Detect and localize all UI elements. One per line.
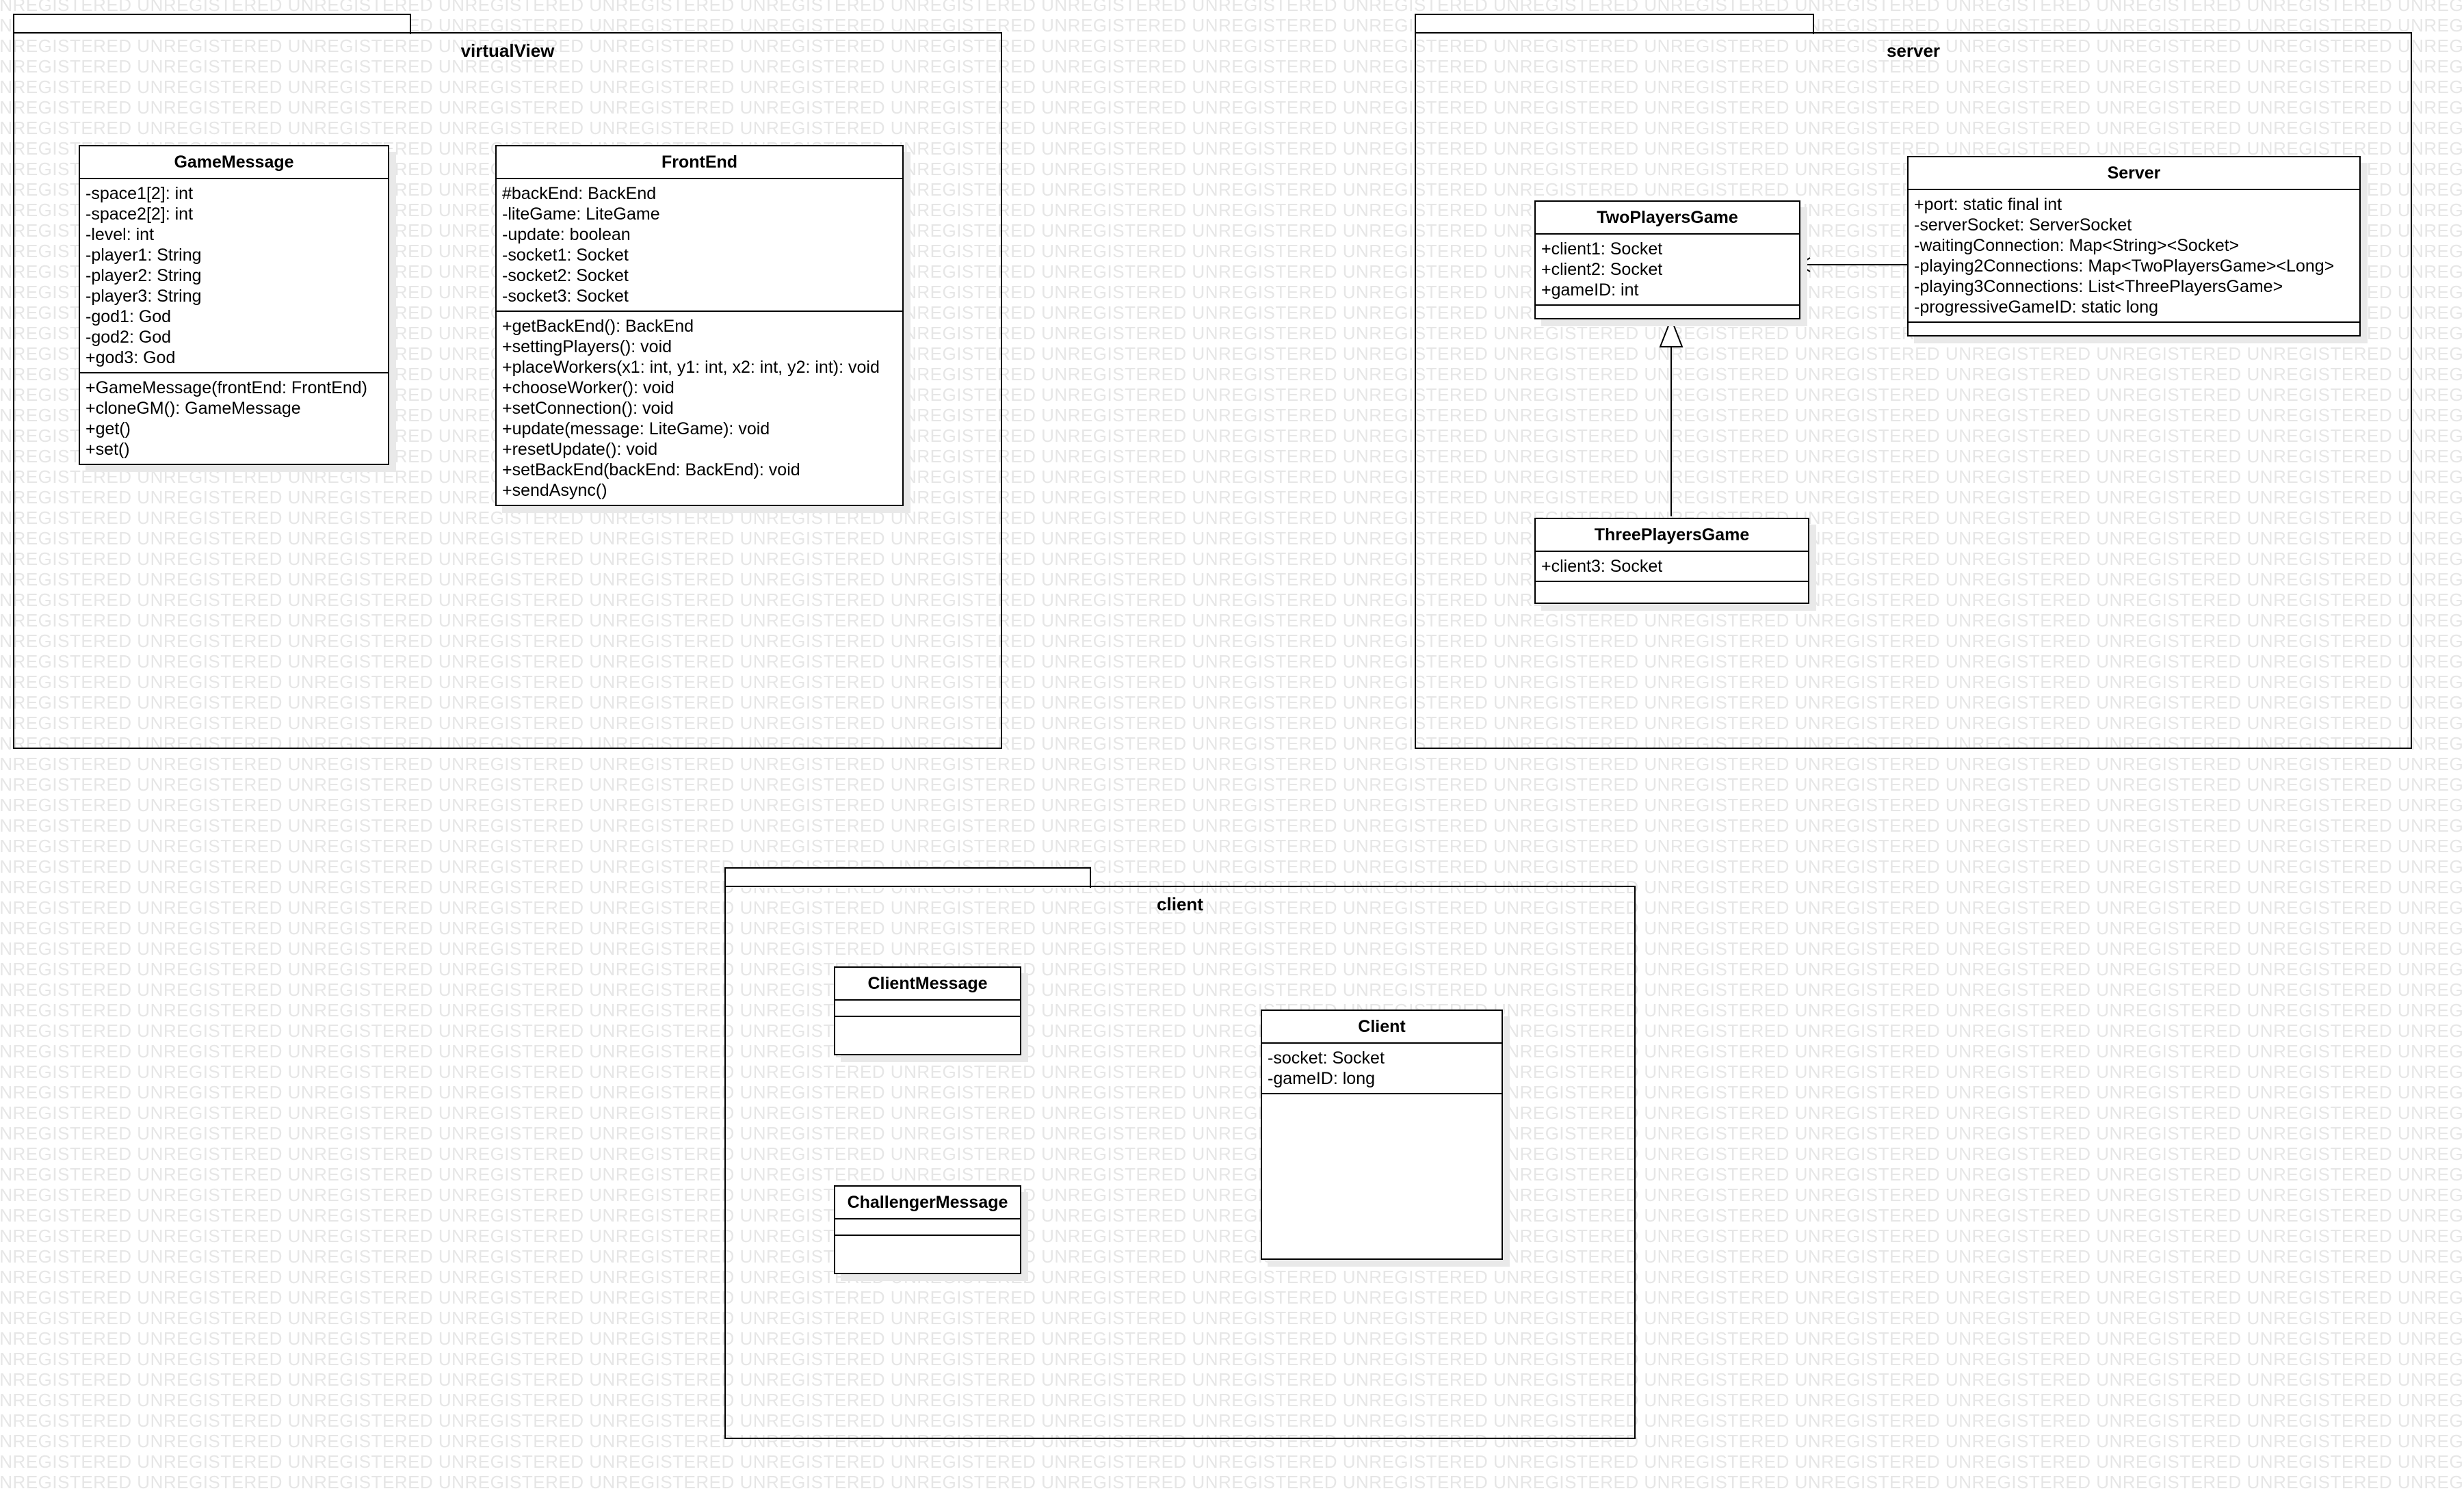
class-operation: +chooseWorker(): void — [502, 378, 674, 397]
watermark-line: UNREGISTERED UNREGISTERED UNREGISTERED U… — [0, 815, 2464, 836]
class-attributes: -socket: Socket -gameID: long — [1262, 1044, 1502, 1094]
watermark-line: UNREGISTERED UNREGISTERED UNREGISTERED U… — [0, 836, 2464, 856]
class-attribute: -socket: Socket — [1268, 1048, 1385, 1068]
watermark-line: UNREGISTERED UNREGISTERED UNREGISTERED U… — [0, 1451, 2464, 1472]
class-operation: +setBackEnd(backEnd: BackEnd): void — [502, 460, 800, 479]
class-attribute: -level: int — [86, 225, 155, 244]
class-attribute: -progressiveGameID: static long — [1914, 298, 2159, 317]
watermark-line: UNREGISTERED UNREGISTERED UNREGISTERED U… — [0, 754, 2464, 774]
class-name: ChallengerMessage — [835, 1187, 1020, 1219]
class-name: Server — [1909, 157, 2359, 190]
class-gamemessage[interactable]: GameMessage -space1[2]: int -space2[2]: i… — [79, 145, 389, 465]
class-name: Client — [1262, 1011, 1502, 1044]
class-clientmessage[interactable]: ClientMessage — [834, 966, 1021, 1055]
package-title: server — [1886, 40, 1941, 61]
class-attribute: +port: static final int — [1914, 195, 2062, 214]
class-attribute: -waitingConnection: Map<String><Socket> — [1914, 236, 2240, 255]
class-operations — [835, 1017, 1020, 1054]
class-operations: +GameMessage(frontEnd: FrontEnd) +cloneGM… — [80, 373, 388, 464]
class-name: TwoPlayersGame — [1536, 202, 1799, 235]
class-client[interactable]: Client -socket: Socket -gameID: long — [1261, 1010, 1503, 1260]
class-attribute: -socket2: Socket — [502, 266, 629, 285]
class-operation: +GameMessage(frontEnd: FrontEnd) — [86, 378, 367, 397]
class-operations — [835, 1236, 1020, 1273]
watermark-line: UNREGISTERED UNREGISTERED UNREGISTERED U… — [0, 856, 2464, 877]
class-frontend[interactable]: FrontEnd #backEnd: BackEnd -liteGame: Lit… — [495, 145, 904, 506]
class-operations — [1536, 582, 1808, 603]
class-attribute: -playing3Connections: List<ThreePlayersG… — [1914, 277, 2283, 296]
package-tab-virtualview — [13, 14, 411, 34]
class-operations — [1262, 1094, 1502, 1258]
class-attribute: -space1[2]: int — [86, 184, 194, 203]
class-operation: +sendAsync() — [502, 481, 607, 500]
package-tab-server — [1415, 14, 1814, 34]
class-attribute: +client2: Socket — [1541, 260, 1663, 279]
class-attribute: -serverSocket: ServerSocket — [1914, 215, 2132, 235]
class-attributes: -space1[2]: int -space2[2]: int -level: in… — [80, 179, 388, 373]
class-attribute: -god2: God — [86, 328, 172, 347]
class-attribute: -liteGame: LiteGame — [502, 204, 660, 224]
class-operations: +getBackEnd(): BackEnd +settingPlayers():… — [497, 312, 902, 505]
class-name: FrontEnd — [497, 146, 902, 179]
class-operations — [1536, 306, 1799, 318]
class-operation: +resetUpdate(): void — [502, 440, 658, 459]
watermark-line: UNREGISTERED UNREGISTERED UNREGISTERED U… — [0, 795, 2464, 815]
package-title: virtualView — [460, 40, 555, 61]
class-operation: +settingPlayers(): void — [502, 337, 672, 356]
class-name: ClientMessage — [835, 968, 1020, 1001]
class-name: ThreePlayersGame — [1536, 519, 1808, 552]
class-operation: +cloneGM(): GameMessage — [86, 399, 301, 418]
class-operation: +set() — [86, 440, 130, 459]
class-threeplayersgame[interactable]: ThreePlayersGame +client3: Socket — [1534, 518, 1809, 604]
class-attribute: #backEnd: BackEnd — [502, 184, 657, 203]
class-attribute: +god3: God — [86, 348, 176, 367]
watermark-line: UNREGISTERED UNREGISTERED UNREGISTERED U… — [0, 774, 2464, 795]
class-operation: +get() — [86, 419, 131, 438]
watermark-line: UNREGISTERED UNREGISTERED UNREGISTERED U… — [0, 1472, 2464, 1491]
class-attribute: -player1: String — [86, 246, 202, 265]
class-attributes: #backEnd: BackEnd -liteGame: LiteGame -upd… — [497, 179, 902, 312]
class-challengermessage[interactable]: ChallengerMessage — [834, 1185, 1021, 1274]
class-operations — [1909, 323, 2359, 335]
class-attributes — [835, 1001, 1020, 1017]
class-attribute: +client1: Socket — [1541, 239, 1663, 259]
class-operation: +placeWorkers(x1: int, y1: int, x2: int,… — [502, 358, 880, 377]
class-attribute: +client3: Socket — [1541, 557, 1663, 576]
class-twoplayersgame[interactable]: TwoPlayersGame +client1: Socket +client2:… — [1534, 200, 1800, 319]
class-attribute: -god1: God — [86, 307, 172, 326]
class-attribute: -space2[2]: int — [86, 204, 194, 224]
class-attribute: -socket1: Socket — [502, 246, 629, 265]
class-attribute: -playing2Connections: Map<TwoPlayersGame… — [1914, 256, 2335, 276]
class-name: GameMessage — [80, 146, 388, 179]
package-server[interactable]: server — [1415, 32, 2412, 749]
class-attribute: -player2: String — [86, 266, 202, 285]
class-server[interactable]: Server +port: static final int -serverSoc… — [1907, 156, 2361, 337]
package-tab-client — [724, 867, 1091, 888]
package-title: client — [1157, 894, 1203, 914]
diagram-canvas: UNREGISTERED UNREGISTERED UNREGISTERED U… — [0, 0, 2464, 1491]
class-attributes: +client1: Socket +client2: Socket +gameID:… — [1536, 235, 1799, 306]
class-attribute: +gameID: int — [1541, 280, 1639, 300]
class-operation: +getBackEnd(): BackEnd — [502, 317, 694, 336]
watermark-line: UNREGISTERED UNREGISTERED UNREGISTERED U… — [0, 0, 2464, 15]
class-attributes: +client3: Socket — [1536, 552, 1808, 582]
class-attribute: -player3: String — [86, 287, 202, 306]
class-attribute: -update: boolean — [502, 225, 631, 244]
class-attribute: -gameID: long — [1268, 1069, 1376, 1088]
class-operation: +update(message: LiteGame): void — [502, 419, 770, 438]
class-attribute: -socket3: Socket — [502, 287, 629, 306]
class-attributes — [835, 1219, 1020, 1236]
class-attributes: +port: static final int -serverSocket: Se… — [1909, 190, 2359, 323]
class-operation: +setConnection(): void — [502, 399, 674, 418]
